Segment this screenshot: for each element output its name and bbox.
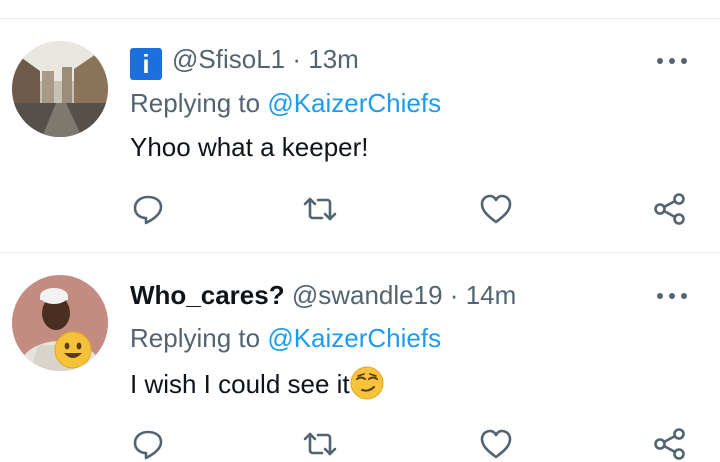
tweet-header: i @SfisoL1 · 13m: [130, 43, 359, 80]
replying-to: Replying to @KaizerChiefs: [130, 87, 441, 119]
retweet-icon[interactable]: [302, 426, 338, 462]
like-icon[interactable]: [478, 426, 514, 462]
replying-handle-link[interactable]: @KaizerChiefs: [267, 323, 441, 353]
more-options-icon[interactable]: [652, 285, 692, 305]
smirking-face-icon: [350, 366, 384, 400]
reply-icon[interactable]: [130, 191, 166, 227]
timestamp[interactable]: 14m: [466, 280, 517, 310]
tweet-body: I wish I could see it: [130, 369, 350, 399]
tweet-1[interactable]: i @SfisoL1 · 13m Replying to @KaizerChief…: [0, 19, 720, 252]
info-badge-icon: i: [130, 48, 162, 80]
reply-icon[interactable]: [130, 426, 166, 462]
share-icon[interactable]: [652, 426, 688, 462]
timestamp[interactable]: 13m: [308, 44, 359, 74]
tweet-body: Yhoo what a keeper!: [130, 132, 369, 162]
avatar[interactable]: [12, 41, 108, 137]
tweet-header: Who_cares? @swandle19 · 14m: [130, 279, 516, 311]
user-handle[interactable]: @SfisoL1: [172, 44, 285, 74]
separator-dot: ·: [449, 280, 459, 310]
like-icon[interactable]: [478, 191, 514, 227]
tweet-text: Yhoo what a keeper!: [130, 131, 369, 163]
display-name[interactable]: Who_cares?: [130, 280, 285, 310]
avatar[interactable]: [12, 275, 108, 371]
smiley-face-icon: [54, 331, 92, 369]
share-icon[interactable]: [652, 191, 688, 227]
more-options-icon[interactable]: [652, 50, 692, 70]
tweet-2[interactable]: Who_cares? @swandle19 · 14m Replying to …: [0, 253, 720, 460]
tweet-text: I wish I could see it: [130, 366, 384, 400]
replying-to: Replying to @KaizerChiefs: [130, 322, 441, 354]
user-handle[interactable]: @swandle19: [292, 280, 443, 310]
replying-prefix: Replying to: [130, 323, 261, 353]
replying-handle-link[interactable]: @KaizerChiefs: [267, 88, 441, 118]
replying-prefix: Replying to: [130, 88, 261, 118]
retweet-icon[interactable]: [302, 191, 338, 227]
separator-dot: ·: [292, 44, 302, 74]
